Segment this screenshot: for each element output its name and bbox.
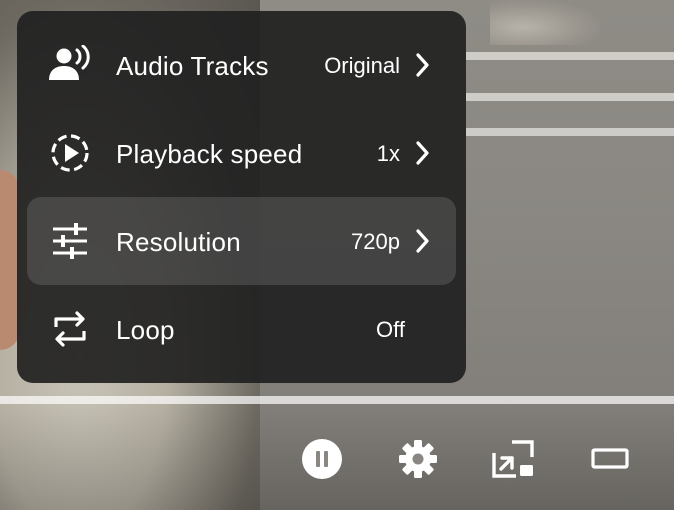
exit-pip-button[interactable] — [492, 437, 536, 481]
menu-item-value: Off — [376, 317, 405, 342]
menu-item-label: Audio Tracks — [116, 51, 269, 81]
menu-item-label: Playback speed — [116, 139, 303, 169]
chevron-right-icon — [416, 53, 429, 77]
settings-menu: Audio Tracks Original Playback speed 1x — [17, 11, 466, 383]
sliders-icon — [47, 219, 93, 263]
audio-tracks-icon — [47, 43, 93, 87]
theater-mode-icon — [591, 448, 629, 469]
menu-item-value: 720p — [351, 229, 400, 254]
menu-item-playback-speed[interactable]: Playback speed 1x — [27, 109, 456, 197]
settings-button[interactable] — [396, 437, 440, 481]
video-content-detail — [490, 0, 600, 45]
road-marking — [466, 128, 674, 136]
progress-bar-fill — [0, 396, 674, 404]
gear-icon — [399, 440, 437, 478]
playback-speed-icon — [47, 131, 93, 175]
loop-icon — [47, 307, 93, 351]
menu-item-label: Loop — [116, 315, 175, 345]
pause-icon — [302, 439, 342, 479]
menu-item-value: Original — [324, 53, 400, 78]
menu-item-value: 1x — [376, 141, 400, 166]
menu-item-audio-tracks[interactable]: Audio Tracks Original — [27, 21, 456, 109]
menu-item-resolution[interactable]: Resolution 720p — [27, 197, 456, 285]
chevron-right-icon — [416, 141, 429, 165]
pause-button[interactable] — [300, 437, 344, 481]
road-marking — [466, 93, 674, 101]
theater-mode-button[interactable] — [588, 437, 632, 481]
menu-item-label: Resolution — [116, 227, 241, 257]
progress-bar[interactable] — [0, 396, 674, 404]
road-marking — [466, 52, 674, 60]
menu-item-loop[interactable]: Loop Off — [27, 285, 456, 373]
chevron-right-icon — [416, 229, 429, 253]
exit-pip-icon — [492, 440, 534, 478]
